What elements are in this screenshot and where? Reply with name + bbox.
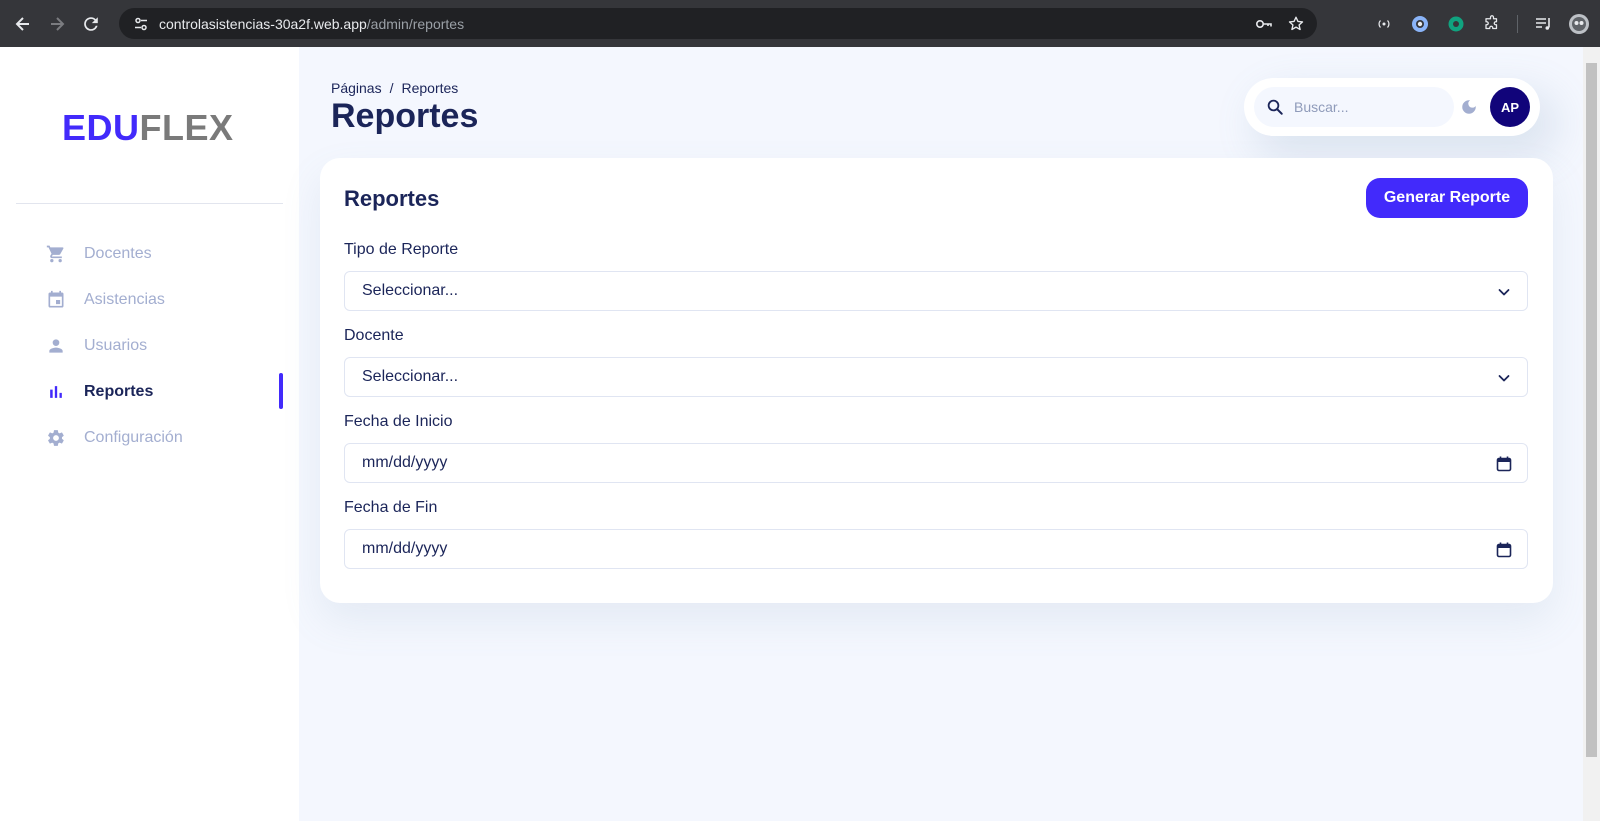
back-icon[interactable] xyxy=(8,9,38,39)
url-host: controlasistencias-30a2f.web.app xyxy=(159,15,367,32)
search-icon xyxy=(1266,98,1284,116)
scrollbar-thumb[interactable] xyxy=(1586,63,1597,757)
sidebar-item-label: Docentes xyxy=(84,245,152,262)
sidebar: EDUFLEX Docentes Asistencias Usuarios Re… xyxy=(0,47,299,821)
sidebar-item-usuarios[interactable]: Usuarios xyxy=(0,323,299,369)
report-card: Reportes Generar Reporte Tipo de Reporte… xyxy=(320,158,1553,603)
sidebar-menu: Docentes Asistencias Usuarios Reportes C… xyxy=(0,231,299,461)
breadcrumb-separator: / xyxy=(389,80,394,96)
sidebar-item-label: Usuarios xyxy=(84,337,148,354)
browser-nav xyxy=(0,9,106,39)
sidebar-item-label: Configuración xyxy=(84,429,183,446)
bookmark-star-icon[interactable] xyxy=(1287,15,1305,33)
sidebar-item-asistencias[interactable]: Asistencias xyxy=(0,277,299,323)
sidebar-item-label: Reportes xyxy=(84,383,154,400)
card-title: Reportes xyxy=(344,186,440,211)
puzzle-icon[interactable] xyxy=(1481,13,1503,35)
extensions-area xyxy=(1373,8,1590,39)
teacher-value: Seleccionar... xyxy=(362,368,459,385)
header-toolbar: AP xyxy=(1244,78,1540,136)
teacher-select[interactable]: Seleccionar... xyxy=(344,357,1528,397)
toolbar-separator xyxy=(1517,14,1518,33)
avatar[interactable]: AP xyxy=(1490,87,1530,127)
breadcrumb-root[interactable]: Páginas xyxy=(331,80,382,96)
main-content: Páginas/Reportes Reportes AP Reportes Ge… xyxy=(299,47,1583,821)
url-path: /admin/reportes xyxy=(366,15,465,32)
extension-blue-icon[interactable] xyxy=(1409,13,1431,35)
teacher-label: Docente xyxy=(344,327,404,344)
browser-toolbar: controlasistencias-30a2f.web.app/admin/r… xyxy=(0,0,1600,47)
end-date-label: Fecha de Fin xyxy=(344,499,438,516)
profile-icon[interactable] xyxy=(1568,13,1590,35)
person-icon xyxy=(46,336,66,356)
calendar-picker-icon[interactable] xyxy=(1495,455,1513,473)
end-date-input[interactable]: mm/dd/yyyy xyxy=(344,529,1528,569)
calendar-icon xyxy=(46,290,66,310)
url-text: controlasistencias-30a2f.web.app/admin/r… xyxy=(159,16,464,32)
end-date-value: mm/dd/yyyy xyxy=(362,540,448,557)
sidebar-divider xyxy=(16,203,283,204)
site-info-icon[interactable] xyxy=(125,8,157,39)
dark-mode-toggle-icon[interactable] xyxy=(1460,98,1478,116)
generate-report-button[interactable]: Generar Reporte xyxy=(1366,178,1528,218)
password-key-icon[interactable] xyxy=(1255,15,1273,33)
breadcrumb: Páginas / Reportes xyxy=(331,80,458,96)
search-input[interactable] xyxy=(1294,99,1444,115)
report-type-value: Seleccionar... xyxy=(362,282,459,299)
breadcrumb-current[interactable]: Reportes xyxy=(401,80,458,96)
sidebar-item-docentes[interactable]: Docentes xyxy=(0,231,299,277)
active-indicator xyxy=(279,373,283,409)
chevron-down-icon xyxy=(1495,283,1513,301)
cart-icon xyxy=(46,244,66,264)
address-bar[interactable]: controlasistencias-30a2f.web.app/admin/r… xyxy=(119,8,1317,39)
sidebar-item-label: Asistencias xyxy=(84,291,165,308)
start-date-value: mm/dd/yyyy xyxy=(362,454,448,471)
gear-icon xyxy=(46,428,66,448)
logo-secondary: FLEX xyxy=(139,107,234,148)
report-type-label: Tipo de Reporte xyxy=(344,241,459,258)
search-box xyxy=(1254,87,1454,127)
cast-icon[interactable] xyxy=(1373,13,1395,35)
page-title: Reportes xyxy=(331,97,479,135)
reload-icon[interactable] xyxy=(76,9,106,39)
extension-green-icon[interactable] xyxy=(1445,13,1467,35)
start-date-label: Fecha de Inicio xyxy=(344,413,453,430)
sidebar-item-reportes[interactable]: Reportes xyxy=(0,369,299,415)
forward-icon[interactable] xyxy=(42,9,72,39)
sidebar-item-configuracion[interactable]: Configuración xyxy=(0,415,299,461)
calendar-picker-icon[interactable] xyxy=(1495,541,1513,559)
start-date-input[interactable]: mm/dd/yyyy xyxy=(344,443,1528,483)
media-icon[interactable] xyxy=(1532,13,1554,35)
report-type-select[interactable]: Seleccionar... xyxy=(344,271,1528,311)
chevron-down-icon xyxy=(1495,369,1513,387)
bar-chart-icon xyxy=(46,382,66,402)
page-scrollbar[interactable] xyxy=(1583,47,1600,821)
logo[interactable]: EDUFLEX xyxy=(62,107,234,149)
omnibox-actions xyxy=(1255,8,1305,39)
logo-primary: EDU xyxy=(62,107,140,148)
